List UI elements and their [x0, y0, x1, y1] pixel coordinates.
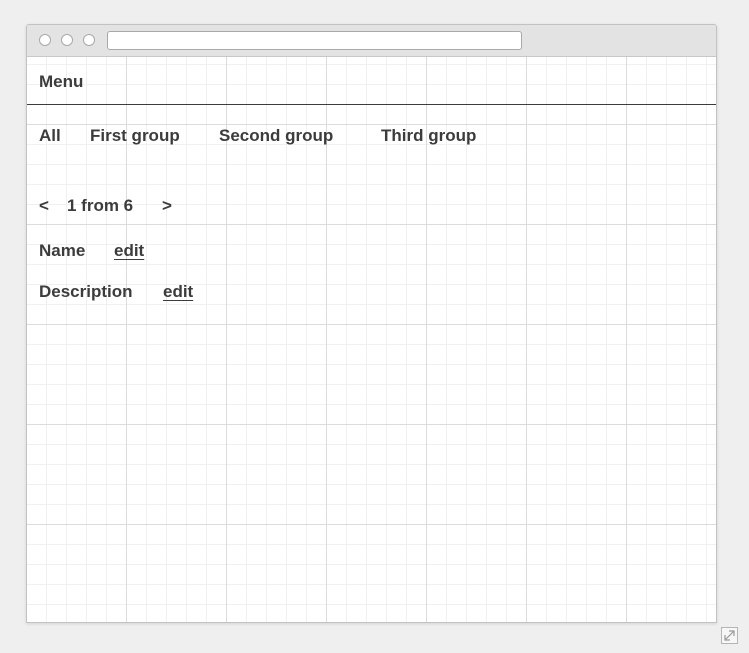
- pager-prev-button[interactable]: <: [39, 196, 49, 216]
- description-label: Description: [39, 282, 133, 301]
- expand-icon[interactable]: [721, 627, 738, 644]
- browser-window: Menu All First group Second group Third …: [26, 24, 717, 623]
- name-label: Name: [39, 241, 86, 260]
- window-control-close-icon[interactable]: [39, 34, 51, 46]
- description-edit-link[interactable]: edit: [163, 282, 193, 302]
- pager-status: 1 from 6: [67, 196, 134, 215]
- menu-label[interactable]: Menu: [39, 72, 83, 92]
- name-edit-link[interactable]: edit: [114, 241, 144, 261]
- tab-third-group[interactable]: Third group: [381, 126, 476, 146]
- menu-divider: [27, 104, 716, 105]
- tab-second-group[interactable]: Second group: [219, 126, 333, 146]
- window-control-minimize-icon[interactable]: [61, 34, 73, 46]
- window-control-maximize-icon[interactable]: [83, 34, 95, 46]
- pager-next-button[interactable]: >: [162, 196, 172, 216]
- tab-all[interactable]: All: [39, 126, 61, 146]
- tab-first-group[interactable]: First group: [90, 126, 180, 146]
- title-bar: [27, 25, 716, 57]
- address-bar[interactable]: [107, 31, 522, 50]
